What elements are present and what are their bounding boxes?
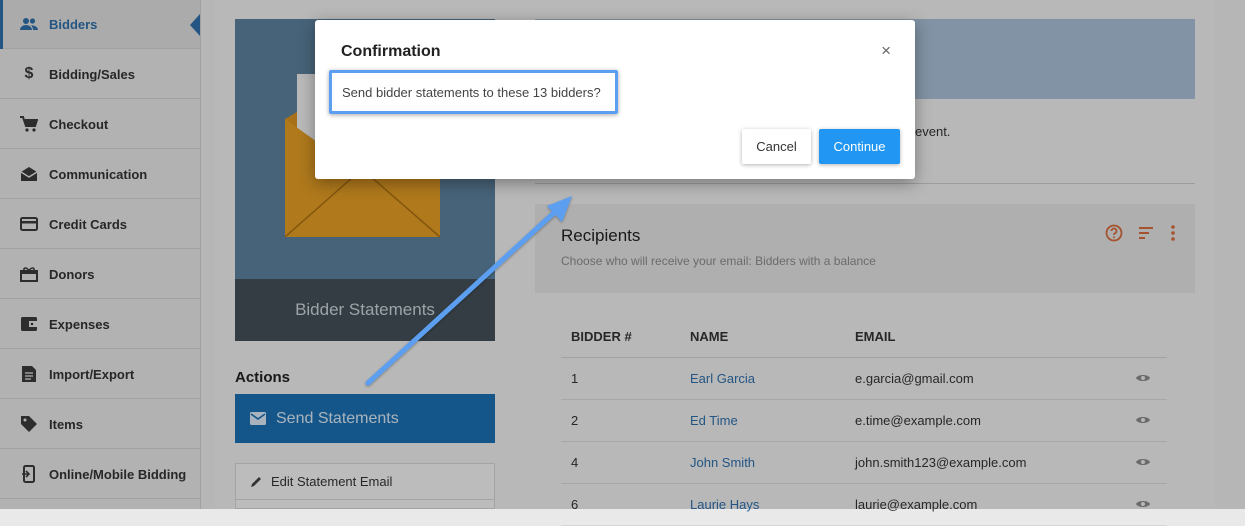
confirmation-dialog: Confirmation × Send bidder statements to… — [315, 20, 915, 179]
close-icon[interactable]: × — [881, 42, 891, 60]
cancel-button[interactable]: Cancel — [742, 129, 811, 164]
dialog-title: Confirmation — [341, 43, 441, 60]
continue-button[interactable]: Continue — [819, 129, 900, 164]
highlighted-message: Send bidder statements to these 13 bidde… — [329, 70, 618, 114]
dialog-message: Send bidder statements to these 13 bidde… — [342, 84, 601, 100]
